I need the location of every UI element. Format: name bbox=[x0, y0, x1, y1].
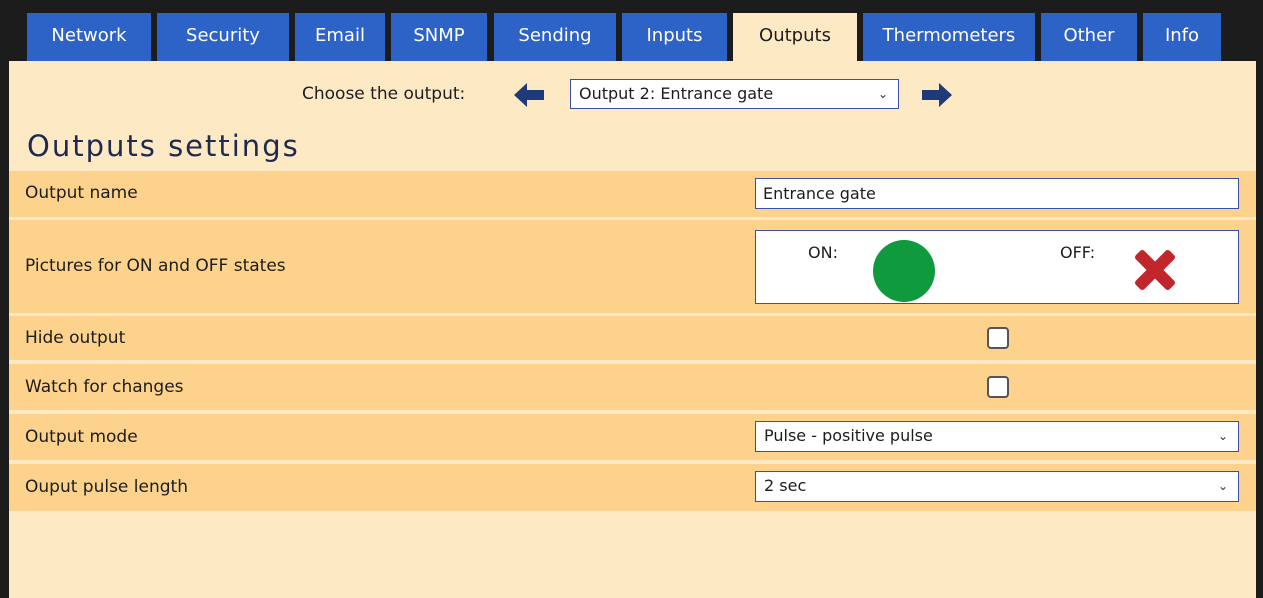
hide-output-checkbox[interactable] bbox=[987, 327, 1009, 349]
chevron-down-icon: ⌄ bbox=[1217, 429, 1228, 443]
tab-thermometers[interactable]: Thermometers bbox=[863, 13, 1035, 61]
output-mode-select[interactable]: Pulse - positive pulse ⌄ bbox=[755, 421, 1239, 452]
pictures-label: Pictures for ON and OFF states bbox=[25, 256, 286, 276]
tab-snmp[interactable]: SNMP bbox=[391, 13, 487, 61]
green-circle-icon[interactable] bbox=[872, 239, 936, 303]
output-mode-label: Output mode bbox=[25, 427, 138, 447]
tab-bar: Network Security Email SNMP Sending Inpu… bbox=[9, 8, 1256, 63]
tab-inputs[interactable]: Inputs bbox=[622, 13, 727, 61]
watch-changes-checkbox[interactable] bbox=[987, 376, 1009, 398]
on-label: ON: bbox=[808, 243, 838, 262]
output-select[interactable]: Output 2: Entrance gate ⌄ bbox=[570, 79, 899, 109]
arrow-right-icon[interactable] bbox=[922, 83, 952, 107]
off-label: OFF: bbox=[1060, 243, 1096, 262]
setting-row-pulse-length: Ouput pulse length 2 sec ⌄ bbox=[9, 464, 1256, 511]
hide-output-label: Hide output bbox=[25, 328, 126, 348]
output-name-label: Output name bbox=[25, 183, 138, 203]
output-select-value: Output 2: Entrance gate bbox=[579, 84, 774, 103]
arrow-left-icon[interactable] bbox=[514, 83, 544, 107]
output-mode-value: Pulse - positive pulse bbox=[764, 426, 933, 445]
pulse-length-select[interactable]: 2 sec ⌄ bbox=[755, 471, 1239, 502]
tab-other[interactable]: Other bbox=[1041, 13, 1137, 61]
pulse-length-value: 2 sec bbox=[764, 476, 807, 495]
tab-outputs[interactable]: Outputs bbox=[733, 13, 857, 63]
setting-row-watch-changes: Watch for changes bbox=[9, 364, 1256, 410]
output-chooser: Choose the output: Output 2: Entrance ga… bbox=[9, 79, 1256, 115]
red-x-icon[interactable] bbox=[1130, 245, 1180, 295]
page-title: Outputs settings bbox=[27, 129, 300, 163]
pulse-length-label: Ouput pulse length bbox=[25, 477, 188, 497]
setting-row-pictures: Pictures for ON and OFF states ON: OFF: bbox=[9, 220, 1256, 313]
watch-changes-label: Watch for changes bbox=[25, 377, 184, 397]
outputs-panel: Choose the output: Output 2: Entrance ga… bbox=[9, 61, 1256, 598]
tab-security[interactable]: Security bbox=[157, 13, 289, 61]
chooser-label: Choose the output: bbox=[302, 84, 466, 104]
pictures-box: ON: OFF: bbox=[755, 230, 1239, 304]
setting-row-hide-output: Hide output bbox=[9, 316, 1256, 360]
chevron-down-icon: ⌄ bbox=[877, 87, 888, 101]
tab-network[interactable]: Network bbox=[27, 13, 151, 61]
tab-info[interactable]: Info bbox=[1143, 13, 1221, 61]
setting-row-output-mode: Output mode Pulse - positive pulse ⌄ bbox=[9, 414, 1256, 460]
chevron-down-icon: ⌄ bbox=[1217, 479, 1228, 493]
output-name-input[interactable]: Entrance gate bbox=[755, 178, 1239, 209]
tab-sending[interactable]: Sending bbox=[494, 13, 616, 61]
tab-email[interactable]: Email bbox=[295, 13, 385, 61]
setting-row-output-name: Output name Entrance gate bbox=[9, 171, 1256, 217]
